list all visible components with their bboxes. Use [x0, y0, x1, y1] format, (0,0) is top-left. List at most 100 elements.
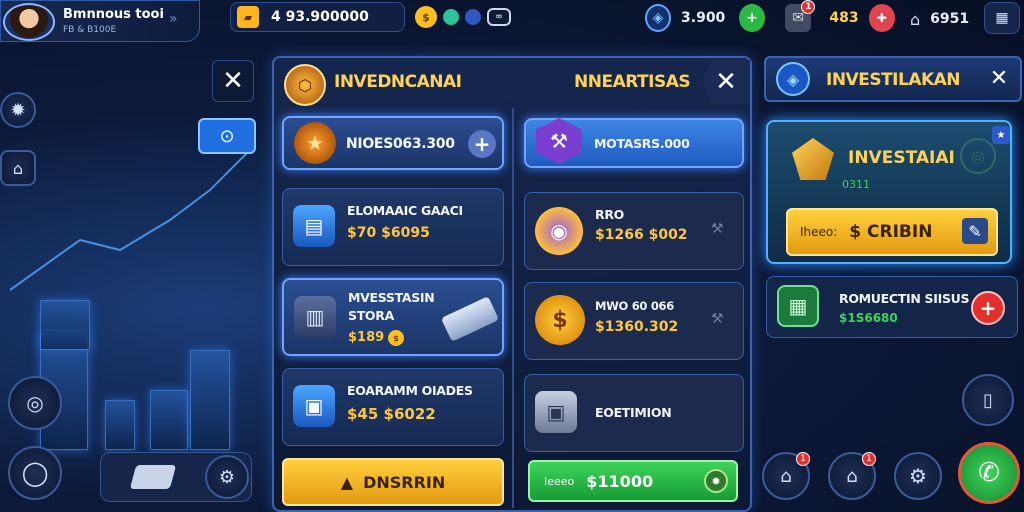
cube-icon: ▣: [293, 385, 335, 427]
lock-button[interactable]: ⌂ 1: [762, 452, 810, 500]
card-title: MVESSTASIN: [348, 290, 435, 305]
phone-device-button[interactable]: ▯: [962, 374, 1014, 426]
notification-badge: 1: [862, 452, 876, 466]
dollar-coin-icon: $: [535, 295, 585, 345]
gold-building-icon: [792, 138, 834, 180]
gear-coin-icon: ✹: [704, 469, 728, 493]
bottom-dock: ⚙: [100, 452, 252, 502]
settings-button[interactable]: ⚙: [894, 452, 942, 500]
card-price: $45 $6022: [347, 405, 436, 423]
shield-amount: 6951: [930, 11, 970, 27]
left-card-2[interactable]: ▤ ELOMAAIC GAACI $70 $6095: [282, 188, 504, 266]
left-card-4[interactable]: ▣ EOARAMM OIADES $45 $6022: [282, 368, 504, 446]
chevron-icon: »: [169, 11, 178, 27]
invest-button-value: $ CRIBIN: [849, 222, 933, 242]
token-icon[interactable]: [465, 9, 481, 25]
gems-amount: 3.900: [681, 10, 726, 26]
home-side-button[interactable]: ⌂: [0, 150, 36, 186]
buy-button[interactable]: ▲ DNSRRIN: [282, 458, 504, 506]
bank-icon: ▥: [294, 296, 336, 338]
right-panel-header: ◈ INVESTILAKAN ✕: [764, 56, 1022, 102]
mid-card-4[interactable]: ▣ EOETIMION: [524, 374, 744, 452]
notification-badge: 1: [796, 452, 810, 466]
ticket-icon: ✉ 1: [785, 0, 816, 32]
card-price: $189: [348, 330, 385, 345]
right-card[interactable]: ▦ ROMUECTIN SIISUS $1S6680 +: [766, 276, 1018, 338]
shield-icon: ◈: [776, 62, 810, 96]
grid-menu-button[interactable]: ▦: [984, 2, 1020, 34]
profile-card[interactable]: Bmnnous tooi FB & B100E »: [0, 0, 200, 42]
card-title: MWO 60 066: [595, 299, 674, 313]
shield-counter: ⌂ 6951: [910, 6, 969, 32]
server-icon: ▤: [293, 205, 335, 247]
star-add-button[interactable]: ✚: [868, 4, 895, 32]
card-title: NIOES063.300: [346, 136, 455, 152]
card-title: ROMUECTIN SIISUS: [839, 291, 970, 306]
safe-box-icon: ▣: [535, 391, 577, 433]
search-marker-icon[interactable]: ⊙: [198, 118, 256, 154]
gear-icon[interactable]: ⚙: [205, 455, 249, 499]
cash-icon: ▦: [777, 285, 819, 327]
star-corner-icon: ★: [992, 126, 1010, 144]
shield-gem-icon: ◈: [645, 4, 672, 32]
featured-subtitle: 0311: [842, 178, 870, 191]
add-button[interactable]: +: [468, 130, 496, 158]
buy-button-label: DNSRRIN: [363, 472, 446, 492]
add-gems-button[interactable]: +: [739, 4, 765, 32]
featured-title: INVESTAIAI: [848, 148, 955, 168]
camera-button[interactable]: ◎: [8, 376, 62, 430]
gold-counter[interactable]: ▰ 4 93.900000: [230, 2, 405, 32]
card-title: EOARAMM OIADES: [347, 383, 473, 398]
card-subtitle: STORA: [348, 308, 394, 323]
card-price: $1360.302: [595, 319, 679, 335]
mid-panel-title: NNEARTISAS: [574, 72, 691, 92]
hammer-small-icon: ⚒: [711, 221, 724, 237]
mid-card-1[interactable]: ⚒ MOTASRS.000: [524, 118, 744, 168]
right-panel-title: INVESTILAKAN: [826, 70, 961, 90]
card-title: RRO: [595, 207, 624, 222]
globe-icon: ◎: [960, 138, 996, 174]
trophy-icon: ★: [294, 122, 336, 164]
close-right-button[interactable]: ✕: [982, 61, 1016, 95]
building: [190, 350, 230, 450]
card-price: $70 $6095: [347, 225, 430, 241]
mid-card-2[interactable]: ◉ RRO $1266 $002 ⚒: [524, 192, 744, 270]
hammer-small-icon: ⚒: [711, 311, 724, 327]
collect-button[interactable]: Ieeeo $11000 ✹: [528, 460, 738, 502]
close-left-button[interactable]: ✕: [212, 60, 254, 102]
rocket-icon: ▲: [340, 472, 354, 492]
add-card-button[interactable]: +: [971, 291, 1005, 325]
left-panel-title: INVEDNCANAI: [334, 72, 462, 92]
player-name: Bmnnous tooi: [63, 7, 164, 22]
card-title: ELOMAAIC GAACI: [347, 203, 463, 218]
close-panel-button[interactable]: ✕: [702, 60, 750, 104]
gem-icon[interactable]: [443, 9, 459, 25]
avatar[interactable]: [3, 3, 55, 41]
coin-icon[interactable]: $: [415, 6, 437, 28]
brush-icon: ✎: [962, 218, 988, 244]
featured-investment-card[interactable]: INVESTAIAI 0311 ◎ ★ Iheeo: $ CRIBIN ✎: [766, 120, 1012, 264]
refresh-button[interactable]: ◯: [8, 446, 62, 500]
key-item-icon: [440, 296, 500, 342]
invest-button[interactable]: Iheeo: $ CRIBIN ✎: [786, 208, 998, 256]
investment-panel: ⬡ INVEDNCANAI NNEARTISAS ✕ ★ NIOES063.30…: [272, 56, 752, 512]
cards-icon[interactable]: [129, 465, 177, 489]
column-divider: [512, 108, 514, 508]
market-button[interactable]: ⌂ 1: [828, 452, 876, 500]
invest-button-label: Iheeo:: [800, 225, 838, 239]
left-card-1[interactable]: ★ NIOES063.300 +: [282, 116, 504, 170]
gems-counter: ◈ 3.900 +: [645, 3, 765, 33]
mid-card-3[interactable]: $ MWO 60 066 $1360.302 ⚒: [524, 282, 744, 360]
call-button[interactable]: ✆: [958, 442, 1020, 504]
building: [105, 400, 135, 450]
tickets-counter: ✉ 1 483 ✚: [785, 0, 895, 33]
notification-badge: 1: [801, 0, 816, 14]
left-card-3[interactable]: ▥ MVESSTASIN STORA $189 $: [282, 278, 504, 356]
gamepad-icon[interactable]: ∞: [487, 8, 511, 26]
settings-gear-side-button[interactable]: ✹: [0, 92, 36, 128]
building: [150, 390, 188, 450]
player-subtitle: FB & B100E: [63, 25, 117, 35]
hammer-icon: ⚒: [536, 118, 582, 164]
gold-bar-icon: ▰: [237, 6, 259, 28]
emblem-icon: ⬡: [284, 64, 326, 106]
